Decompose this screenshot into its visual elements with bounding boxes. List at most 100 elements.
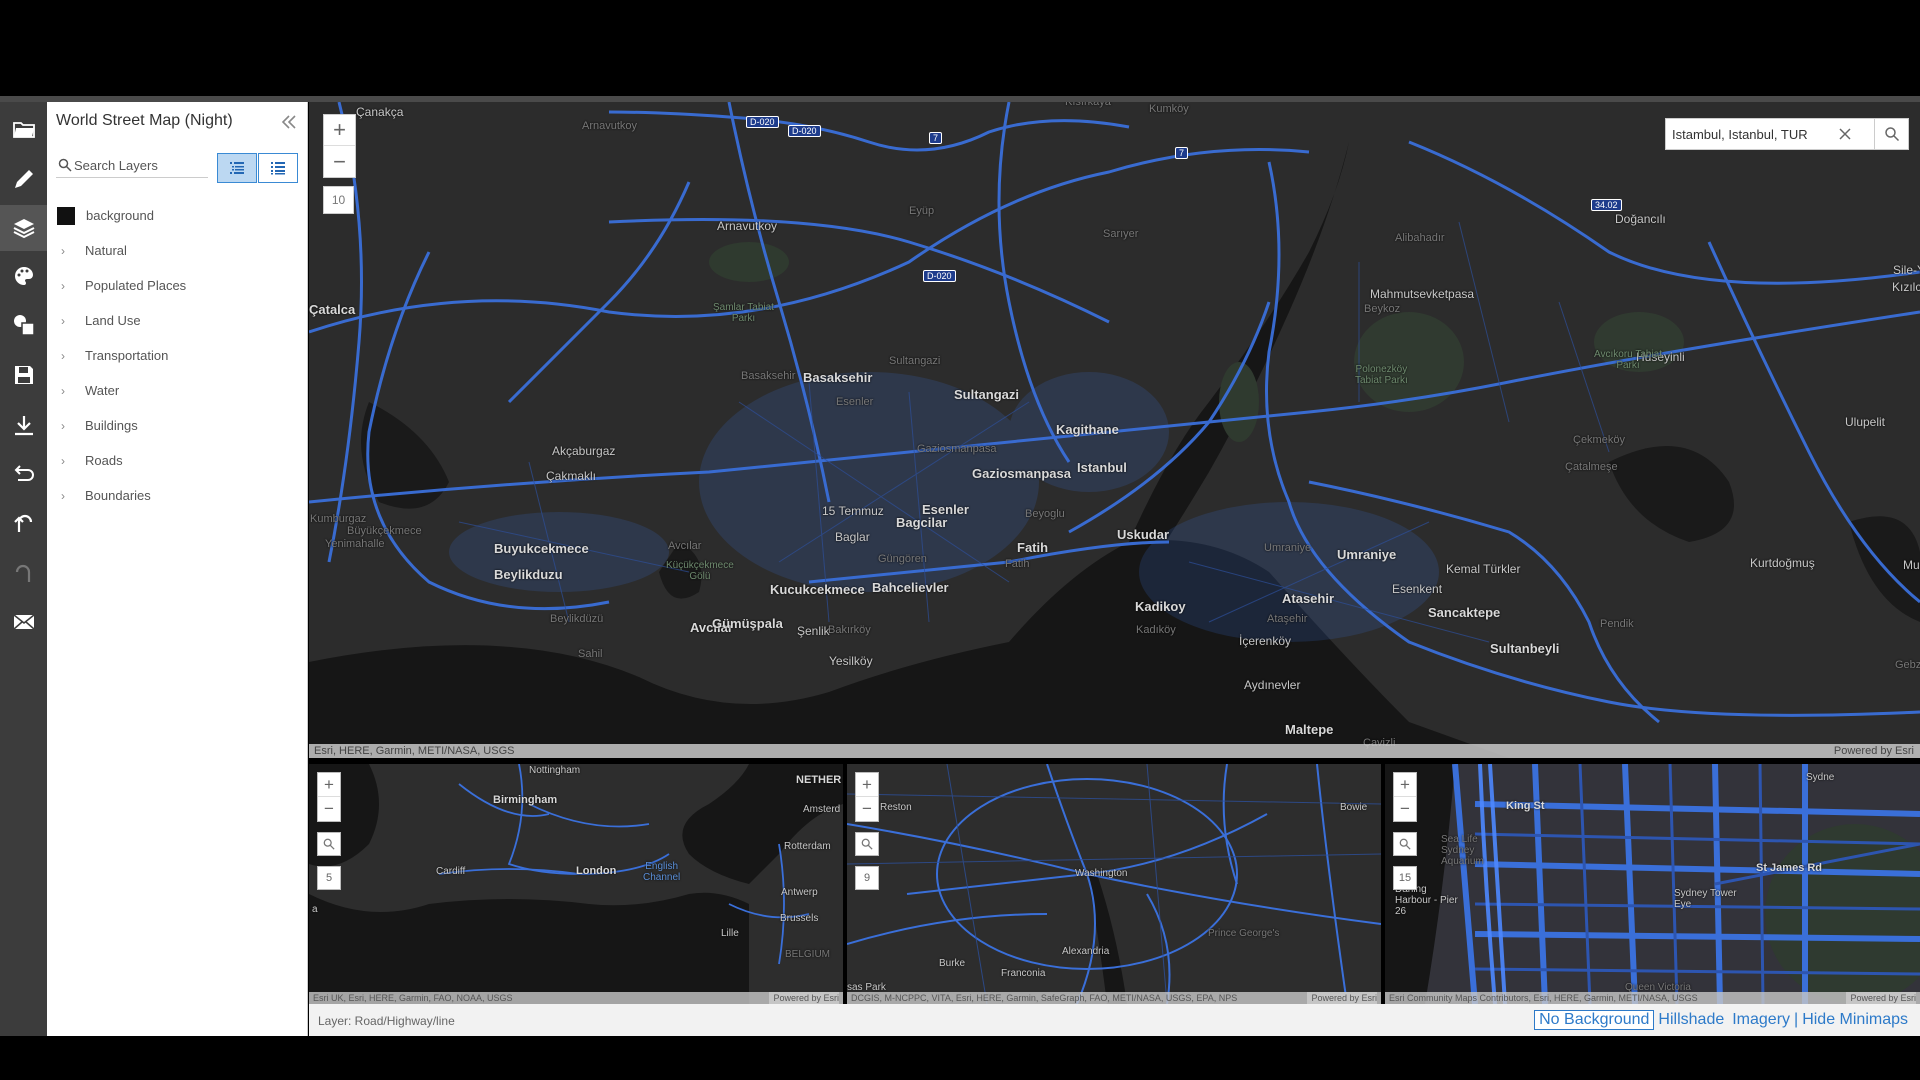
collapse-panel-button[interactable] bbox=[279, 112, 299, 132]
minimap-london-zoom-in-button[interactable]: + bbox=[318, 773, 340, 797]
minimap-sydney[interactable]: King StSea Life Sydney AquariumDarling H… bbox=[1385, 764, 1920, 1004]
layer-item-label: Buildings bbox=[85, 418, 138, 433]
minimap-sydney-zoom-out-button[interactable]: − bbox=[1394, 797, 1416, 821]
place-label: Fatih bbox=[1017, 540, 1049, 555]
compact-list-view-button[interactable] bbox=[258, 153, 298, 183]
mail-button[interactable] bbox=[0, 599, 47, 645]
expanded-list-view-button[interactable] bbox=[217, 153, 257, 183]
chevron-right-icon[interactable]: › bbox=[61, 279, 71, 293]
road-shield: D-020 bbox=[788, 125, 821, 137]
place-label: Uskudar bbox=[1117, 527, 1170, 542]
place-label: Esenkent bbox=[1392, 582, 1443, 596]
download-button[interactable] bbox=[0, 402, 47, 448]
place-label: Sultangazi bbox=[954, 387, 1020, 402]
minimap-sydney-powered-by[interactable]: Powered by Esri bbox=[1846, 992, 1916, 1004]
layer-item[interactable]: › Transportation bbox=[47, 338, 307, 373]
layer-item[interactable]: › Land Use bbox=[47, 303, 307, 338]
place-label: Sancaktepe bbox=[1428, 605, 1501, 620]
layer-item-label: Populated Places bbox=[85, 278, 187, 293]
minimap-london[interactable]: Nottingham NETHER Birmingham Amsterd Rotterd… bbox=[309, 764, 843, 1004]
undo-button[interactable] bbox=[0, 500, 47, 546]
minimap-washington[interactable]: Reston Bowie Washington Prince George's Alex… bbox=[847, 764, 1381, 1004]
zoom-out-button[interactable]: − bbox=[324, 146, 355, 177]
main-map[interactable]: Çanakça Arnavutkoy Kısırkaya Kumköy Arnavutk… bbox=[309, 102, 1920, 758]
map-search-button[interactable] bbox=[1875, 118, 1909, 150]
map-search-input[interactable] bbox=[1672, 123, 1832, 145]
edit-button[interactable] bbox=[0, 156, 47, 202]
folder-icon bbox=[12, 122, 35, 138]
layer-item[interactable]: › Populated Places bbox=[47, 268, 307, 303]
place-label: Kızılca bbox=[1892, 280, 1920, 294]
open-folder-button[interactable] bbox=[0, 106, 47, 152]
place-label: Çekmeköy bbox=[1573, 434, 1625, 446]
place-label: Doğancılı bbox=[1615, 212, 1666, 226]
place-label: Beykoz bbox=[1364, 303, 1401, 315]
hide-minimaps-option[interactable]: Hide Minimaps bbox=[1798, 1011, 1912, 1029]
zoom-in-button[interactable]: + bbox=[324, 115, 355, 146]
road-shield: 7 bbox=[1175, 147, 1189, 159]
minimap-washington-zoom-in-button[interactable]: + bbox=[856, 773, 878, 797]
layer-search-input[interactable] bbox=[74, 154, 206, 176]
layer-item[interactable]: › Roads bbox=[47, 443, 307, 478]
style-button[interactable] bbox=[0, 253, 47, 299]
place-label: Sultanbeyli bbox=[1490, 641, 1560, 656]
place-label: a bbox=[312, 904, 318, 915]
chevron-right-icon[interactable]: › bbox=[61, 314, 71, 328]
place-label: Güngören bbox=[878, 553, 927, 565]
place-label: Sea Life Sydney Aquarium bbox=[1441, 834, 1484, 867]
place-label: Mu bbox=[1903, 558, 1920, 572]
place-label: Kumköy bbox=[1149, 103, 1189, 115]
chevron-right-icon[interactable]: › bbox=[61, 419, 71, 433]
place-label: Prince George's bbox=[1208, 928, 1280, 939]
park-label: Şamlar Tabiat Parkı bbox=[713, 302, 774, 324]
place-label: Umraniye bbox=[1264, 542, 1312, 554]
minimap-london-search-button[interactable] bbox=[317, 832, 341, 856]
chevron-right-icon[interactable]: › bbox=[61, 489, 71, 503]
minimap-washington-zoom-out-button[interactable]: − bbox=[856, 797, 878, 821]
layer-item[interactable]: › Buildings bbox=[47, 408, 307, 443]
hillshade-option[interactable]: Hillshade bbox=[1654, 1011, 1728, 1029]
chevron-right-icon[interactable]: › bbox=[61, 349, 71, 363]
minimap-sydney-base bbox=[1385, 764, 1920, 1004]
minimap-sydney-zoom-in-button[interactable]: + bbox=[1394, 773, 1416, 797]
layer-item[interactable]: › Boundaries bbox=[47, 478, 307, 513]
layer-item[interactable]: › Water bbox=[47, 373, 307, 408]
place-label: Sarıyer bbox=[1103, 228, 1139, 240]
chevron-right-icon[interactable]: › bbox=[61, 384, 71, 398]
layer-item[interactable]: background bbox=[47, 198, 307, 233]
chevron-right-icon[interactable]: › bbox=[61, 454, 71, 468]
imagery-option[interactable]: Imagery bbox=[1728, 1011, 1794, 1029]
minimap-london-zoom-out-button[interactable]: − bbox=[318, 797, 340, 821]
place-label: Lille bbox=[721, 928, 739, 939]
reset-button[interactable] bbox=[0, 450, 47, 496]
place-label: Antwerp bbox=[781, 887, 818, 898]
powered-by-text[interactable]: Powered by Esri bbox=[1834, 744, 1914, 758]
map-attribution: Esri, HERE, Garmin, METI/NASA, USGS Powe… bbox=[309, 744, 1920, 758]
minimap-sydney-search-button[interactable] bbox=[1393, 832, 1417, 856]
pencil-icon bbox=[14, 170, 33, 188]
place-label: Sydne bbox=[1806, 772, 1835, 783]
place-label: English Channel bbox=[643, 861, 681, 883]
place-label: Cardiff bbox=[436, 866, 466, 877]
minimap-washington-search-button[interactable] bbox=[855, 832, 879, 856]
minimap-washington-base bbox=[847, 764, 1381, 1004]
save-button[interactable] bbox=[0, 352, 47, 398]
place-label: 15 Temmuz bbox=[822, 504, 884, 518]
no-background-option[interactable]: No Background bbox=[1534, 1010, 1655, 1030]
shapes-button[interactable] bbox=[0, 302, 47, 348]
place-label: Atasehir bbox=[1282, 591, 1335, 606]
place-label: Bahcelievler bbox=[872, 580, 949, 595]
map-zoom-control: + − bbox=[323, 114, 356, 178]
place-label: Esenler bbox=[836, 396, 874, 408]
layer-item[interactable]: › Natural bbox=[47, 233, 307, 268]
place-label: Yenimahalle bbox=[325, 538, 385, 550]
minimap-london-powered-by[interactable]: Powered by Esri bbox=[769, 992, 839, 1004]
clear-search-icon[interactable] bbox=[1838, 127, 1852, 141]
layers-button[interactable] bbox=[0, 205, 47, 251]
chevron-right-icon[interactable]: › bbox=[61, 244, 71, 258]
layer-color-swatch[interactable] bbox=[57, 206, 75, 225]
road-shield: 34.02 bbox=[1591, 199, 1622, 211]
minimap-washington-powered-by[interactable]: Powered by Esri bbox=[1307, 992, 1377, 1004]
palette-icon bbox=[14, 267, 33, 285]
redo-button[interactable] bbox=[0, 550, 47, 596]
